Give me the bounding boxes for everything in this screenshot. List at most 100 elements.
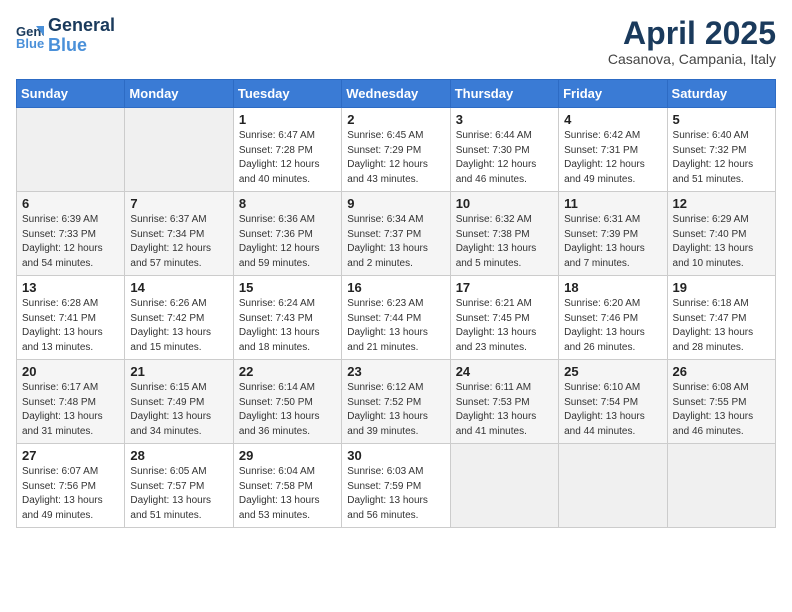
day-info: Sunrise: 6:05 AMSunset: 7:57 PMDaylight:… xyxy=(130,465,227,523)
day-info: Sunrise: 6:40 AMSunset: 7:32 PMDaylight:… xyxy=(673,129,770,187)
weekday-header-wednesday: Wednesday xyxy=(342,80,450,108)
day-info: Sunrise: 6:11 AMSunset: 7:53 PMDaylight:… xyxy=(456,381,553,439)
day-number: 17 xyxy=(456,280,553,295)
logo: General Blue General Blue xyxy=(16,16,115,56)
calendar-cell: 10Sunrise: 6:32 AMSunset: 7:38 PMDayligh… xyxy=(450,192,558,276)
calendar-cell: 18Sunrise: 6:20 AMSunset: 7:46 PMDayligh… xyxy=(559,276,667,360)
day-number: 8 xyxy=(239,196,336,211)
day-number: 21 xyxy=(130,364,227,379)
location-subtitle: Casanova, Campania, Italy xyxy=(608,51,776,67)
weekday-header-monday: Monday xyxy=(125,80,233,108)
day-number: 26 xyxy=(673,364,770,379)
day-number: 3 xyxy=(456,112,553,127)
day-number: 14 xyxy=(130,280,227,295)
calendar-cell: 25 Sunrise: 6:10 AMSunset: 7:54 PMDayligh… xyxy=(559,360,667,444)
calendar-cell: 12Sunrise: 6:29 AMSunset: 7:40 PMDayligh… xyxy=(667,192,775,276)
day-info: Sunrise: 6:10 AMSunset: 7:54 PMDaylight:… xyxy=(564,381,661,439)
day-number: 15 xyxy=(239,280,336,295)
day-info: Sunrise: 6:12 AMSunset: 7:52 PMDaylight:… xyxy=(347,381,444,439)
calendar-week-2: 6Sunrise: 6:39 AMSunset: 7:33 PMDaylight… xyxy=(17,192,776,276)
weekday-header-sunday: Sunday xyxy=(17,80,125,108)
calendar-cell: 1Sunrise: 6:47 AMSunset: 7:28 PMDaylight… xyxy=(233,108,341,192)
day-info: Sunrise: 6:23 AMSunset: 7:44 PMDaylight:… xyxy=(347,297,444,355)
calendar-cell xyxy=(125,108,233,192)
day-number: 16 xyxy=(347,280,444,295)
calendar-cell: 27 Sunrise: 6:07 AMSunset: 7:56 PMDayligh… xyxy=(17,444,125,528)
calendar-cell: 21 Sunrise: 6:15 AMSunset: 7:49 PMDayligh… xyxy=(125,360,233,444)
calendar-cell: 29 Sunrise: 6:04 AMSunset: 7:58 PMDayligh… xyxy=(233,444,341,528)
day-info: Sunrise: 6:14 AMSunset: 7:50 PMDaylight:… xyxy=(239,381,336,439)
calendar-cell: 30 Sunrise: 6:03 AMSunset: 7:59 PMDayligh… xyxy=(342,444,450,528)
month-title: April 2025 xyxy=(608,16,776,51)
day-number: 11 xyxy=(564,196,661,211)
day-number: 7 xyxy=(130,196,227,211)
title-block: April 2025 Casanova, Campania, Italy xyxy=(608,16,776,67)
day-number: 24 xyxy=(456,364,553,379)
calendar-week-1: 1Sunrise: 6:47 AMSunset: 7:28 PMDaylight… xyxy=(17,108,776,192)
day-number: 29 xyxy=(239,448,336,463)
calendar-cell: 15 Sunrise: 6:24 AMSunset: 7:43 PMDayligh… xyxy=(233,276,341,360)
calendar-cell: 6Sunrise: 6:39 AMSunset: 7:33 PMDaylight… xyxy=(17,192,125,276)
calendar-week-3: 13Sunrise: 6:28 AMSunset: 7:41 PMDayligh… xyxy=(17,276,776,360)
day-info: Sunrise: 6:34 AMSunset: 7:37 PMDaylight:… xyxy=(347,213,444,271)
calendar-cell: 19 Sunrise: 6:18 AMSunset: 7:47 PMDayligh… xyxy=(667,276,775,360)
page-header: General Blue General Blue April 2025 Cas… xyxy=(16,16,776,67)
weekday-row: SundayMondayTuesdayWednesdayThursdayFrid… xyxy=(17,80,776,108)
day-info: Sunrise: 6:18 AMSunset: 7:47 PMDaylight:… xyxy=(673,297,770,355)
calendar-cell: 2Sunrise: 6:45 AMSunset: 7:29 PMDaylight… xyxy=(342,108,450,192)
calendar-cell: 28Sunrise: 6:05 AMSunset: 7:57 PMDayligh… xyxy=(125,444,233,528)
calendar-body: 1Sunrise: 6:47 AMSunset: 7:28 PMDaylight… xyxy=(17,108,776,528)
day-number: 20 xyxy=(22,364,119,379)
day-number: 2 xyxy=(347,112,444,127)
day-info: Sunrise: 6:39 AMSunset: 7:33 PMDaylight:… xyxy=(22,213,119,271)
calendar-header: SundayMondayTuesdayWednesdayThursdayFrid… xyxy=(17,80,776,108)
day-info: Sunrise: 6:31 AMSunset: 7:39 PMDaylight:… xyxy=(564,213,661,271)
day-number: 18 xyxy=(564,280,661,295)
weekday-header-friday: Friday xyxy=(559,80,667,108)
day-info: Sunrise: 6:04 AMSunset: 7:58 PMDaylight:… xyxy=(239,465,336,523)
calendar-cell: 8 Sunrise: 6:36 AMSunset: 7:36 PMDaylight… xyxy=(233,192,341,276)
day-number: 23 xyxy=(347,364,444,379)
calendar-cell: 5 Sunrise: 6:40 AMSunset: 7:32 PMDaylight… xyxy=(667,108,775,192)
calendar-cell: 20 Sunrise: 6:17 AMSunset: 7:48 PMDayligh… xyxy=(17,360,125,444)
day-info: Sunrise: 6:24 AMSunset: 7:43 PMDaylight:… xyxy=(239,297,336,355)
day-info: Sunrise: 6:26 AMSunset: 7:42 PMDaylight:… xyxy=(130,297,227,355)
day-number: 27 xyxy=(22,448,119,463)
day-info: Sunrise: 6:03 AMSunset: 7:59 PMDaylight:… xyxy=(347,465,444,523)
calendar-cell: 17Sunrise: 6:21 AMSunset: 7:45 PMDayligh… xyxy=(450,276,558,360)
day-number: 13 xyxy=(22,280,119,295)
calendar-cell: 26 Sunrise: 6:08 AMSunset: 7:55 PMDayligh… xyxy=(667,360,775,444)
day-info: Sunrise: 6:36 AMSunset: 7:36 PMDaylight:… xyxy=(239,213,336,271)
day-info: Sunrise: 6:29 AMSunset: 7:40 PMDaylight:… xyxy=(673,213,770,271)
calendar-cell: 3Sunrise: 6:44 AMSunset: 7:30 PMDaylight… xyxy=(450,108,558,192)
day-number: 5 xyxy=(673,112,770,127)
calendar-cell: 24 Sunrise: 6:11 AMSunset: 7:53 PMDayligh… xyxy=(450,360,558,444)
calendar-cell: 7 Sunrise: 6:37 AMSunset: 7:34 PMDaylight… xyxy=(125,192,233,276)
day-info: Sunrise: 6:17 AMSunset: 7:48 PMDaylight:… xyxy=(22,381,119,439)
day-info: Sunrise: 6:08 AMSunset: 7:55 PMDaylight:… xyxy=(673,381,770,439)
weekday-header-tuesday: Tuesday xyxy=(233,80,341,108)
day-number: 22 xyxy=(239,364,336,379)
day-info: Sunrise: 6:32 AMSunset: 7:38 PMDaylight:… xyxy=(456,213,553,271)
calendar-cell: 14 Sunrise: 6:26 AMSunset: 7:42 PMDayligh… xyxy=(125,276,233,360)
day-info: Sunrise: 6:07 AMSunset: 7:56 PMDaylight:… xyxy=(22,465,119,523)
calendar-cell: 11 Sunrise: 6:31 AMSunset: 7:39 PMDayligh… xyxy=(559,192,667,276)
day-number: 30 xyxy=(347,448,444,463)
weekday-header-saturday: Saturday xyxy=(667,80,775,108)
day-number: 9 xyxy=(347,196,444,211)
logo-icon: General Blue xyxy=(16,22,44,50)
day-number: 19 xyxy=(673,280,770,295)
calendar-cell: 9 Sunrise: 6:34 AMSunset: 7:37 PMDaylight… xyxy=(342,192,450,276)
day-number: 25 xyxy=(564,364,661,379)
logo-text: General Blue xyxy=(48,16,115,56)
calendar-cell: 16 Sunrise: 6:23 AMSunset: 7:44 PMDayligh… xyxy=(342,276,450,360)
calendar-cell: 13Sunrise: 6:28 AMSunset: 7:41 PMDayligh… xyxy=(17,276,125,360)
calendar-cell xyxy=(450,444,558,528)
day-number: 4 xyxy=(564,112,661,127)
day-info: Sunrise: 6:15 AMSunset: 7:49 PMDaylight:… xyxy=(130,381,227,439)
calendar-table: SundayMondayTuesdayWednesdayThursdayFrid… xyxy=(16,79,776,528)
day-info: Sunrise: 6:47 AMSunset: 7:28 PMDaylight:… xyxy=(239,129,336,187)
svg-text:Blue: Blue xyxy=(16,36,44,50)
calendar-week-5: 27 Sunrise: 6:07 AMSunset: 7:56 PMDayligh… xyxy=(17,444,776,528)
day-info: Sunrise: 6:37 AMSunset: 7:34 PMDaylight:… xyxy=(130,213,227,271)
